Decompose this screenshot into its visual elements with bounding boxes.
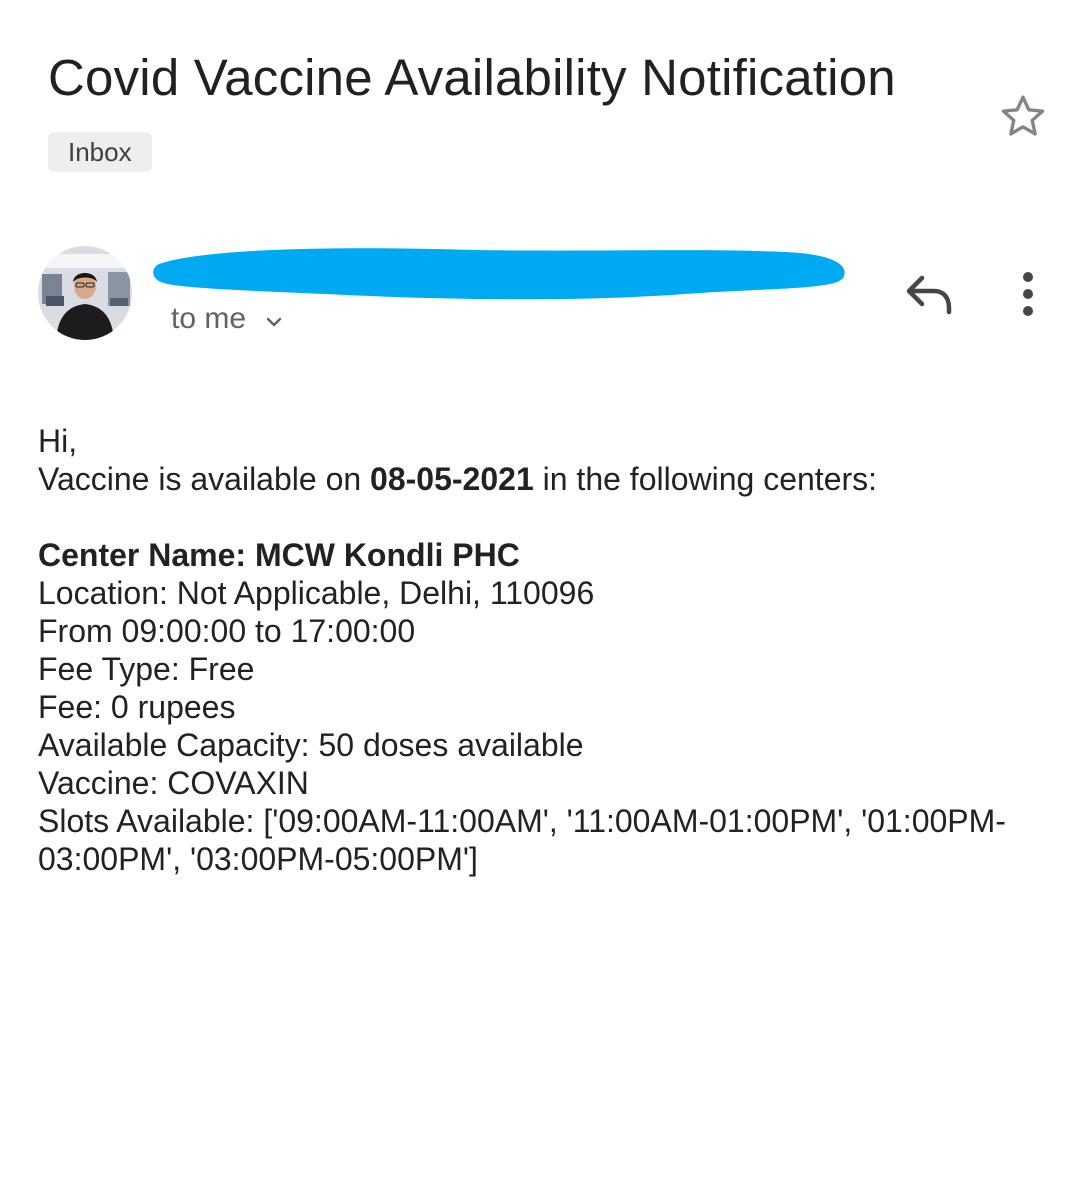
availability-suffix: in the following centers: [533, 461, 878, 497]
fee-type: Fee Type: Free [38, 651, 255, 687]
vaccine-name: Vaccine: COVAXIN [38, 765, 309, 801]
more-vert-icon[interactable] [1008, 268, 1048, 320]
reply-icon[interactable] [900, 270, 956, 320]
inbox-label-chip[interactable]: Inbox [48, 132, 152, 172]
email-subject: Covid Vaccine Availability Notification [48, 49, 896, 106]
availability-prefix: Vaccine is available on [38, 461, 371, 497]
center-name: Center Name: MCW Kondli PHC [38, 537, 520, 573]
greeting: Hi, [38, 423, 78, 459]
sender-avatar[interactable] [38, 246, 132, 340]
center-hours: From 09:00:00 to 17:00:00 [38, 613, 416, 649]
fee-amount: Fee: 0 rupees [38, 689, 236, 725]
available-capacity: Available Capacity: 50 doses available [38, 727, 584, 763]
chevron-down-icon [266, 317, 282, 327]
availability-date: 08-05-2021 [370, 461, 534, 497]
recipient-details-toggle[interactable]: to me [171, 298, 286, 340]
recipient-text: to me [171, 302, 247, 335]
availability-line: Vaccine is available on 08-05-2021 in th… [38, 460, 1048, 498]
email-body: Hi, Vaccine is available on 08-05-2021 i… [38, 422, 1048, 878]
slots-line-2: 03:00PM', '03:00PM-05:00PM'] [38, 841, 478, 877]
center-location: Location: Not Applicable, Delhi, 110096 [38, 575, 595, 611]
slots-line-1: Slots Available: ['09:00AM-11:00AM', '11… [38, 803, 1006, 839]
star-outline-icon[interactable] [996, 90, 1050, 144]
